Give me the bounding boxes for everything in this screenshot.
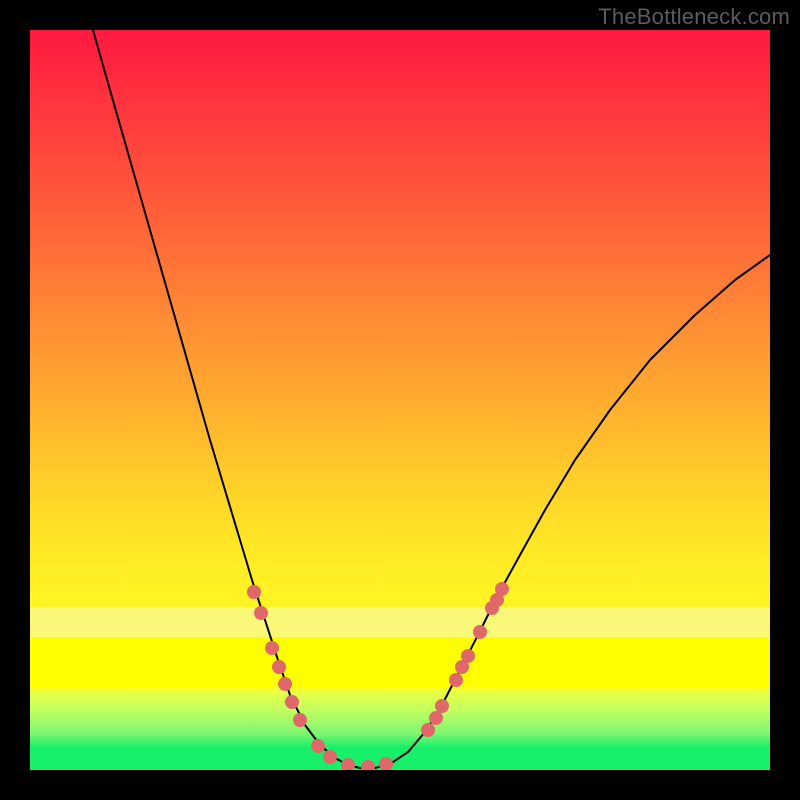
data-marker [293,713,307,727]
data-marker [361,760,375,770]
data-marker [323,750,337,764]
chart-container: TheBottleneck.com [0,0,800,800]
data-marker [449,673,463,687]
data-marker [435,699,449,713]
watermark-text: TheBottleneck.com [598,4,790,30]
data-marker [265,641,279,655]
plot-area [30,30,770,770]
chart-svg [30,30,770,770]
data-marker [285,695,299,709]
data-marker [421,723,435,737]
data-marker [495,582,509,596]
data-marker [247,585,261,599]
data-marker [272,660,286,674]
data-marker [379,757,393,770]
data-marker [254,606,268,620]
bottleneck-curve [93,30,770,768]
data-marker [473,625,487,639]
data-marker [461,649,475,663]
data-marker [278,677,292,691]
data-marker [429,711,443,725]
data-marker [341,758,355,770]
data-marker [311,739,325,753]
